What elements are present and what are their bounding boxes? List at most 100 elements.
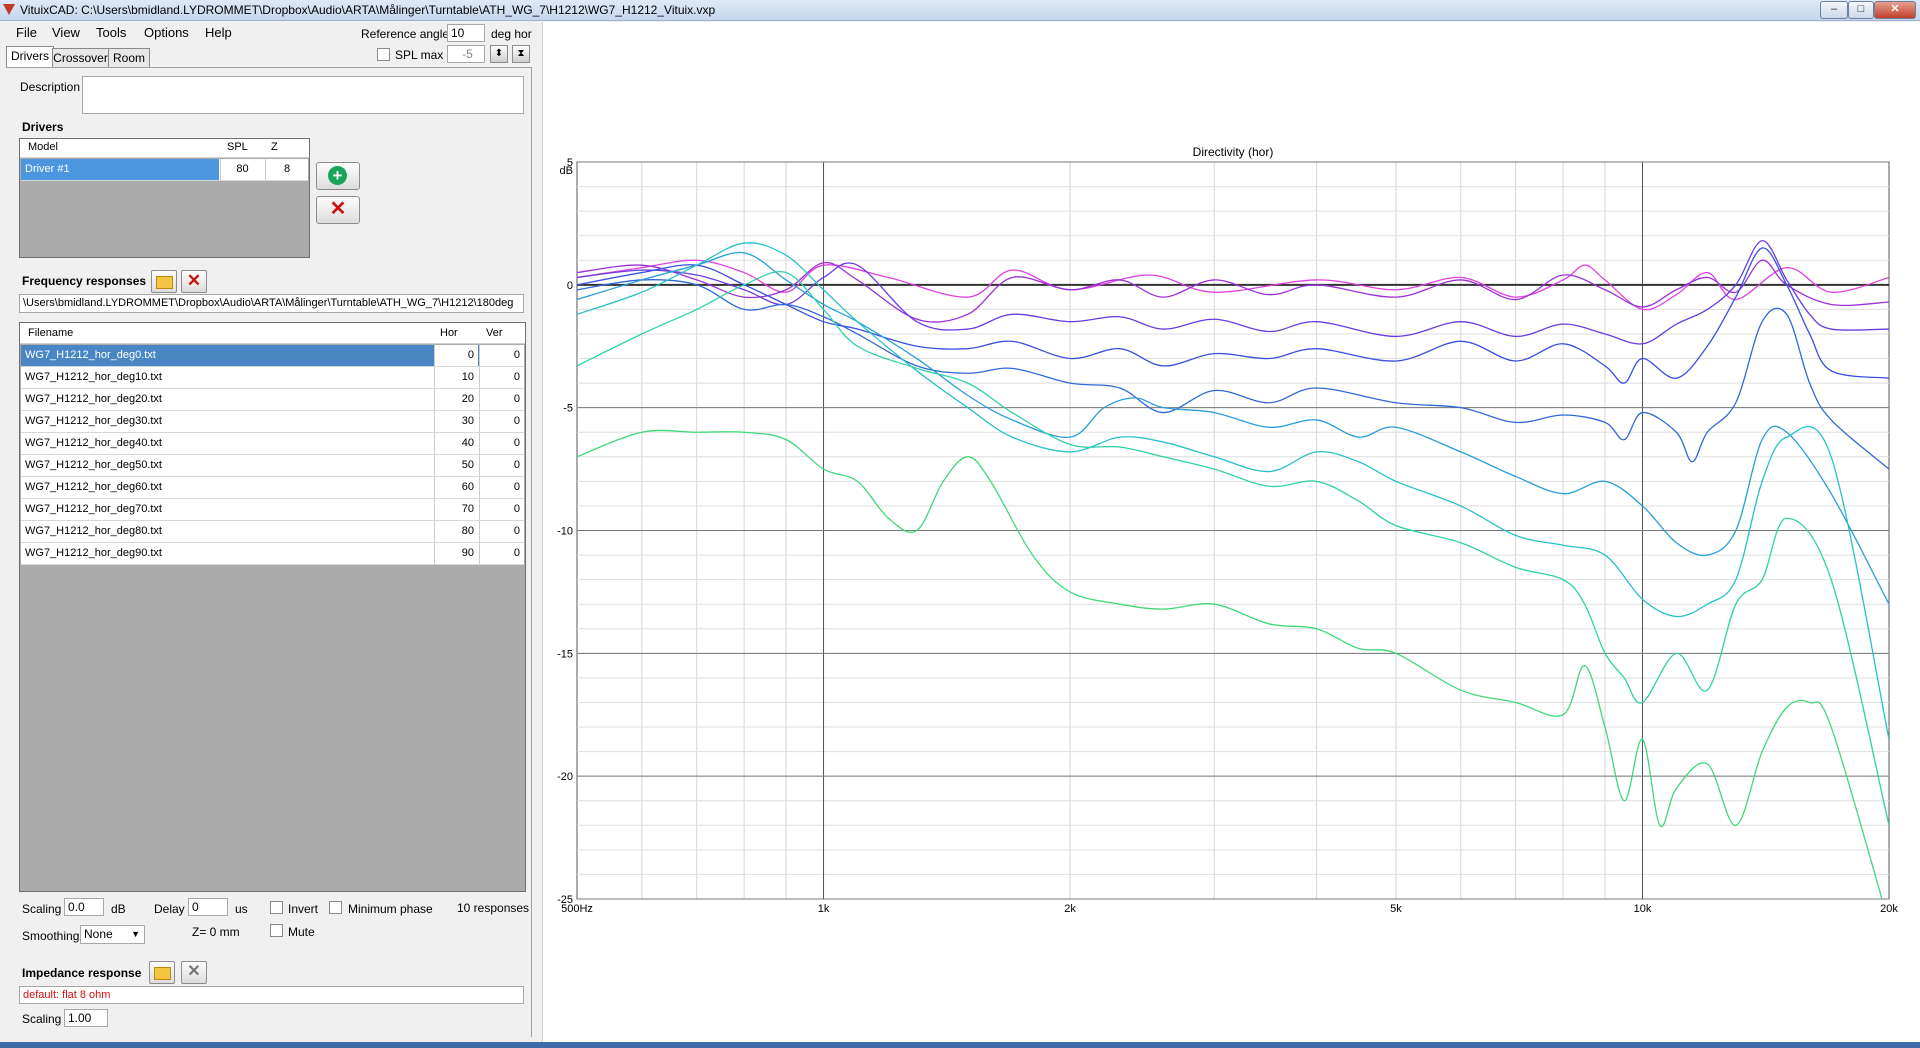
- filename-cell[interactable]: WG7_H1212_hor_deg70.txt: [25, 499, 435, 520]
- impedance-file-input[interactable]: default: flat 8 ohm: [19, 986, 524, 1004]
- hor-angle-cell[interactable]: 30: [434, 411, 478, 432]
- remove-driver-button[interactable]: ✕: [316, 196, 360, 224]
- delete-icon: ✕: [329, 198, 347, 220]
- clear-frequency-responses-button[interactable]: ✕: [181, 270, 207, 293]
- spl-max-label: SPL max: [395, 48, 444, 62]
- y-tick-label: 0: [567, 280, 573, 292]
- hor-angle-cell[interactable]: 80: [434, 521, 478, 542]
- hor-angle-cell[interactable]: 10: [434, 367, 478, 388]
- hor-angle-cell[interactable]: 90: [434, 543, 478, 564]
- column-spl[interactable]: SPL: [227, 137, 248, 158]
- frequency-response-row[interactable]: WG7_H1212_hor_deg50.txt 50 0: [21, 455, 524, 477]
- filename-cell[interactable]: WG7_H1212_hor_deg80.txt: [25, 521, 435, 542]
- column-ver[interactable]: Ver: [486, 323, 503, 344]
- ver-angle-cell[interactable]: 0: [479, 367, 524, 388]
- frequency-responses-table: Filename Hor Ver WG7_H1212_hor_deg0.txt 0…: [19, 322, 526, 892]
- impedance-scaling-input[interactable]: 1.00: [64, 1009, 108, 1027]
- driver-spl-cell[interactable]: 80: [220, 159, 264, 180]
- y-tick-label: -15: [557, 648, 573, 660]
- hourglass-icon[interactable]: ⧗: [512, 45, 530, 63]
- tab-drivers[interactable]: Drivers: [6, 46, 54, 68]
- frequency-response-row[interactable]: WG7_H1212_hor_deg20.txt 20 0: [21, 389, 524, 411]
- driver-z-cell[interactable]: 8: [265, 159, 308, 180]
- hor-angle-cell[interactable]: 40: [434, 433, 478, 454]
- menu-options[interactable]: Options: [144, 25, 189, 40]
- reference-angle-input[interactable]: 10: [447, 24, 485, 42]
- ver-angle-cell[interactable]: 0: [479, 411, 524, 432]
- hor-angle-cell[interactable]: 60: [434, 477, 478, 498]
- delay-label: Delay: [154, 902, 185, 916]
- filename-cell[interactable]: WG7_H1212_hor_deg0.txt: [25, 345, 435, 366]
- filename-cell[interactable]: WG7_H1212_hor_deg30.txt: [25, 411, 435, 432]
- frequency-response-row[interactable]: WG7_H1212_hor_deg90.txt 90 0: [21, 543, 524, 565]
- mute-checkbox[interactable]: [270, 924, 283, 937]
- ver-angle-cell[interactable]: 0: [479, 477, 524, 498]
- frequency-responses-header: Filename Hor Ver: [20, 323, 525, 344]
- driver-row[interactable]: Driver #1 80 8: [21, 159, 308, 181]
- ver-angle-cell[interactable]: 0: [479, 455, 524, 476]
- description-input[interactable]: [82, 76, 524, 114]
- frequency-response-row[interactable]: WG7_H1212_hor_deg30.txt 30 0: [21, 411, 524, 433]
- filename-cell[interactable]: WG7_H1212_hor_deg10.txt: [25, 367, 435, 388]
- open-impedance-button[interactable]: [149, 961, 175, 984]
- ver-angle-cell[interactable]: 0: [479, 433, 524, 454]
- frequency-response-row[interactable]: WG7_H1212_hor_deg70.txt 70 0: [21, 499, 524, 521]
- window-title: VituixCAD: C:\Users\bmidland.LYDROMMET\D…: [20, 3, 716, 17]
- filename-cell[interactable]: WG7_H1212_hor_deg40.txt: [25, 433, 435, 454]
- frequency-response-row[interactable]: WG7_H1212_hor_deg40.txt 40 0: [21, 433, 524, 455]
- frequency-response-row[interactable]: WG7_H1212_hor_deg10.txt 10 0: [21, 367, 524, 389]
- frequency-response-row[interactable]: WG7_H1212_hor_deg80.txt 80 0: [21, 521, 524, 543]
- column-z[interactable]: Z: [271, 137, 278, 158]
- drivers-table-header: Model SPL Z: [20, 139, 309, 158]
- title-bar: VituixCAD: C:\Users\bmidland.LYDROMMET\D…: [0, 0, 1920, 21]
- x-tick-label: 10k: [1634, 903, 1652, 915]
- hor-angle-cell[interactable]: 50: [434, 455, 478, 476]
- scaling-input[interactable]: 0.0: [64, 898, 104, 916]
- tab-panel-border-right: [531, 67, 532, 1037]
- frequency-response-row[interactable]: WG7_H1212_hor_deg60.txt 60 0: [21, 477, 524, 499]
- clear-impedance-button[interactable]: ✕: [181, 961, 207, 984]
- minimum-phase-checkbox[interactable]: [329, 901, 342, 914]
- impedance-section-title: Impedance response: [22, 966, 142, 980]
- hor-angle-cell[interactable]: 20: [434, 389, 478, 410]
- menu-file[interactable]: File: [16, 25, 37, 40]
- spl-max-up-down-icon[interactable]: ⬍: [490, 45, 508, 63]
- filename-cell[interactable]: WG7_H1212_hor_deg20.txt: [25, 389, 435, 410]
- maximize-button[interactable]: □: [1848, 1, 1874, 19]
- smoothing-select[interactable]: None ▼: [80, 925, 145, 944]
- minimize-button[interactable]: –: [1820, 1, 1848, 19]
- ver-angle-cell[interactable]: 0: [479, 345, 524, 366]
- menu-tools[interactable]: Tools: [96, 25, 126, 40]
- hor-angle-cell[interactable]: 70: [434, 499, 478, 520]
- add-driver-button[interactable]: +: [316, 162, 360, 190]
- tab-crossover[interactable]: Crossover: [52, 48, 109, 67]
- close-button[interactable]: ✕: [1874, 1, 1916, 19]
- filename-cell[interactable]: WG7_H1212_hor_deg60.txt: [25, 477, 435, 498]
- mute-label: Mute: [288, 925, 315, 939]
- ver-angle-cell[interactable]: 0: [479, 499, 524, 520]
- frequency-responses-path[interactable]: \Users\bmidland.LYDROMMET\Dropbox\Audio\…: [19, 294, 524, 313]
- open-frequency-responses-button[interactable]: [151, 270, 177, 293]
- ver-angle-cell[interactable]: 0: [479, 389, 524, 410]
- column-filename[interactable]: Filename: [28, 323, 73, 344]
- hor-angle-cell[interactable]: 0: [434, 345, 478, 366]
- app-logo-icon: [3, 4, 15, 15]
- spl-max-input[interactable]: -5: [447, 45, 485, 63]
- invert-checkbox[interactable]: [270, 901, 283, 914]
- reference-angle-label: Reference angle: [361, 27, 450, 41]
- filename-cell[interactable]: WG7_H1212_hor_deg90.txt: [25, 543, 435, 564]
- delay-input[interactable]: 0: [188, 898, 228, 916]
- filename-cell[interactable]: WG7_H1212_hor_deg50.txt: [25, 455, 435, 476]
- ver-angle-cell[interactable]: 0: [479, 521, 524, 542]
- menu-help[interactable]: Help: [205, 25, 232, 40]
- column-hor[interactable]: Hor: [440, 323, 458, 344]
- spl-max-checkbox[interactable]: [377, 48, 390, 61]
- frequency-response-row[interactable]: WG7_H1212_hor_deg0.txt 0 0: [21, 345, 524, 367]
- column-model[interactable]: Model: [28, 137, 58, 158]
- ver-angle-cell[interactable]: 0: [479, 543, 524, 564]
- driver-model-cell[interactable]: Driver #1: [21, 159, 219, 180]
- tab-room[interactable]: Room: [108, 48, 150, 67]
- directivity-chart[interactable]: 50-5-10-15-20-25500Hz 1k 2k 5k 10k 20kDirecti…: [543, 22, 1920, 1042]
- reference-angle-unit: deg hor: [491, 27, 532, 41]
- menu-view[interactable]: View: [52, 25, 80, 40]
